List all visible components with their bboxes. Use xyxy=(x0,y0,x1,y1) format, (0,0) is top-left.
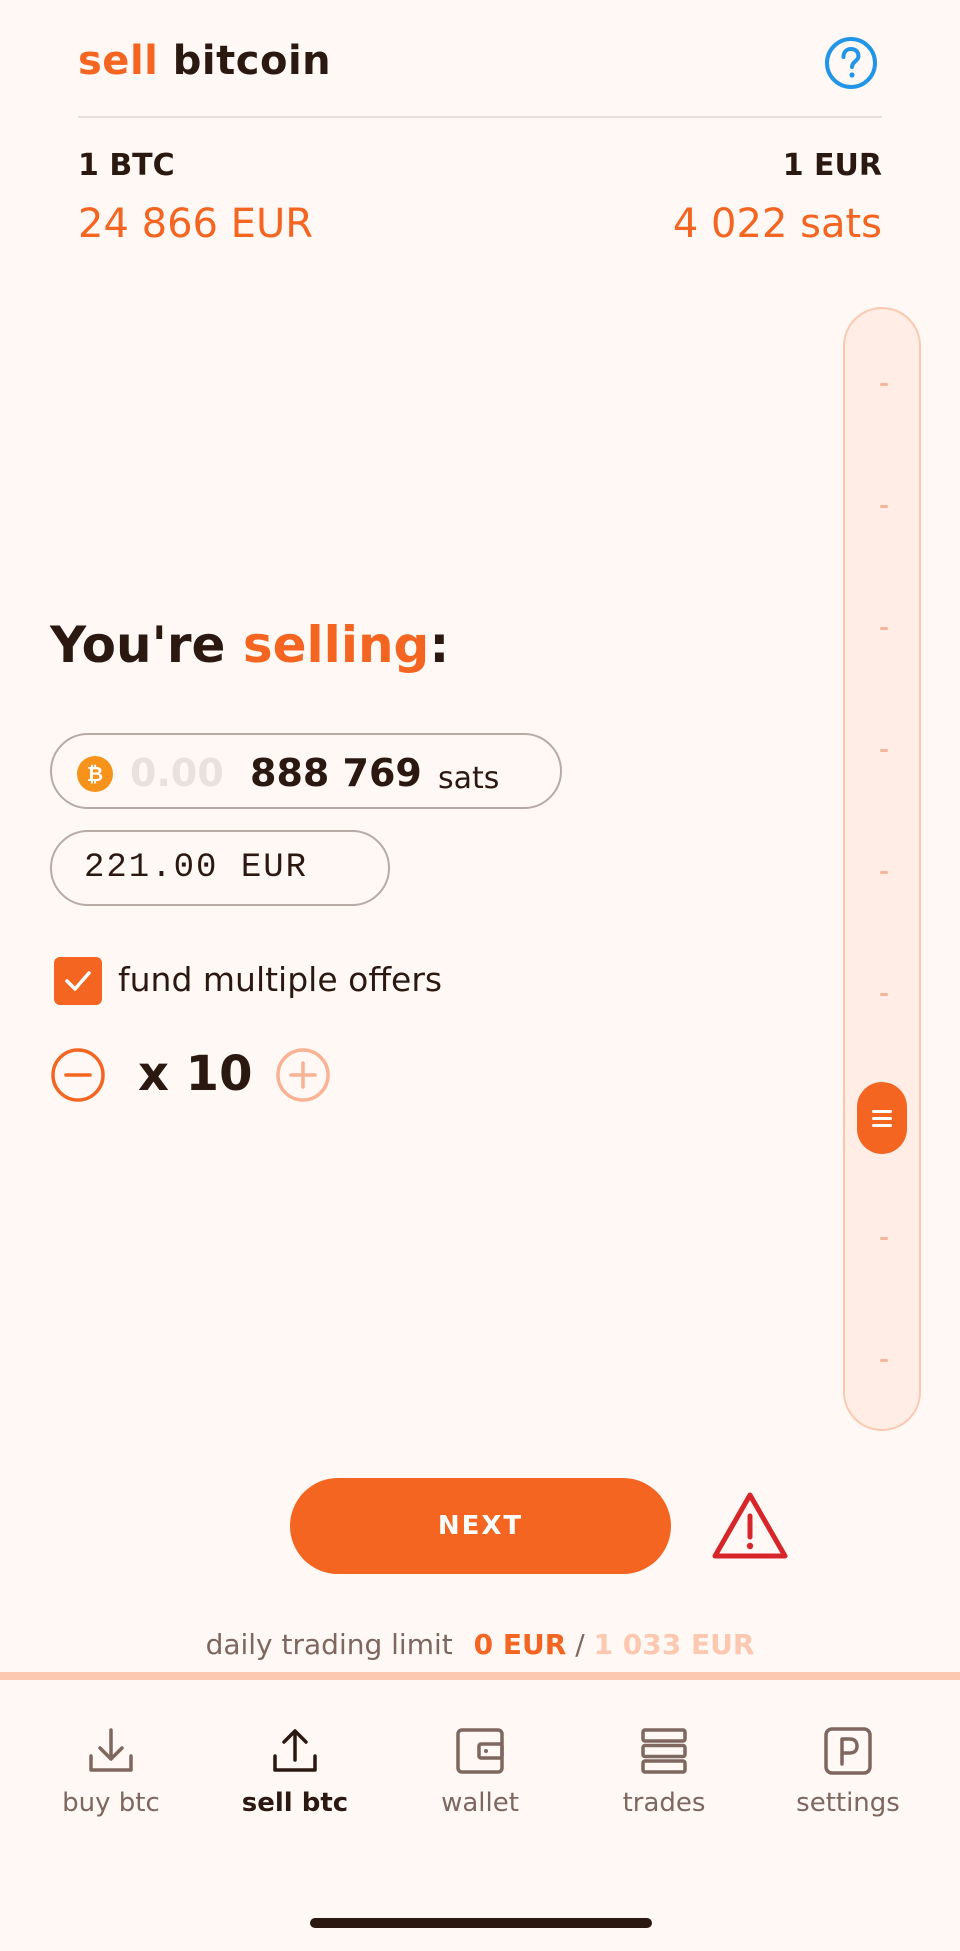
slider-tick xyxy=(880,627,888,630)
fund-multiple-checkbox[interactable] xyxy=(54,957,102,1005)
slider-tick xyxy=(880,749,888,752)
nav-label: sell btc xyxy=(241,1788,349,1818)
heading-suffix: : xyxy=(429,616,450,674)
eur-price: 1 EUR 4 022 sats xyxy=(673,148,882,247)
slider-tick xyxy=(880,505,888,508)
nav-label: buy btc xyxy=(62,1788,160,1818)
slider-tick xyxy=(880,1237,888,1240)
fund-multiple-label: fund multiple offers xyxy=(118,960,443,999)
upload-icon xyxy=(273,1729,317,1772)
nav-label: trades xyxy=(622,1788,706,1818)
nav-sell-btc[interactable]: sell btc xyxy=(203,1724,387,1818)
nav-label: settings xyxy=(796,1788,900,1818)
btc-price-label: 1 BTC xyxy=(78,148,175,183)
amount-slider-track[interactable] xyxy=(843,307,921,1431)
sats-amount: 888 769 xyxy=(250,751,422,795)
heading-accent: selling xyxy=(242,616,430,674)
page-title: sell bitcoin xyxy=(78,38,331,84)
warning-icon[interactable] xyxy=(710,1490,790,1562)
help-icon[interactable] xyxy=(824,36,878,90)
svg-text:₿: ₿ xyxy=(87,762,103,786)
nav-wallet[interactable]: wallet xyxy=(388,1724,572,1818)
eur-price-value: 4 022 sats xyxy=(672,201,882,247)
offer-count: x 10 xyxy=(138,1046,253,1102)
next-button[interactable]: NEXT xyxy=(290,1478,671,1574)
daily-limit-used: 0 EUR xyxy=(473,1628,567,1661)
nav-divider xyxy=(0,1672,960,1680)
daily-limit: daily trading limit 0 EUR / 1 033 EUR xyxy=(0,1628,960,1661)
daily-limit-separator: / xyxy=(575,1628,585,1661)
slider-tick xyxy=(880,383,888,386)
daily-limit-label: daily trading limit xyxy=(205,1628,453,1661)
slider-handle[interactable] xyxy=(857,1082,907,1154)
minus-circle-icon[interactable] xyxy=(50,1047,106,1103)
daily-limit-total: 1 033 EUR xyxy=(593,1628,755,1661)
eur-price-label: 1 EUR xyxy=(782,148,882,183)
nav-trades[interactable]: trades xyxy=(572,1724,756,1818)
nav-settings[interactable]: settings xyxy=(756,1724,940,1818)
slider-tick xyxy=(880,871,888,874)
wallet-icon xyxy=(456,1728,504,1774)
eur-amount-field[interactable]: 221.00 EUR xyxy=(50,830,390,906)
slider-tick xyxy=(880,993,888,996)
title-rest: bitcoin xyxy=(172,38,332,84)
bottom-nav: buy btc sell btc wallet trades settings xyxy=(0,1680,960,1951)
heading-prefix: You're xyxy=(50,616,226,674)
bitcoin-icon: ₿ xyxy=(77,756,113,792)
settings-icon xyxy=(824,1727,872,1775)
btc-price: 1 BTC 24 866 EUR xyxy=(78,148,313,247)
title-accent: sell xyxy=(78,38,159,84)
sats-leading-zeros: 0.00 xyxy=(130,751,224,795)
home-indicator xyxy=(310,1918,652,1928)
slider-tick xyxy=(880,1359,888,1362)
selling-heading: You're selling: xyxy=(50,616,449,674)
sats-amount-field[interactable]: ₿ 0.00 888 769 sats xyxy=(50,733,562,809)
btc-price-value: 24 866 EUR xyxy=(78,201,314,247)
check-icon xyxy=(65,971,91,991)
header: sell bitcoin xyxy=(78,34,882,118)
download-icon xyxy=(89,1728,133,1772)
stack-icon xyxy=(641,1728,687,1774)
nav-label: wallet xyxy=(441,1788,519,1818)
plus-circle-icon[interactable] xyxy=(275,1047,331,1103)
sats-unit: sats xyxy=(438,761,500,796)
nav-buy-btc[interactable]: buy btc xyxy=(19,1724,203,1818)
